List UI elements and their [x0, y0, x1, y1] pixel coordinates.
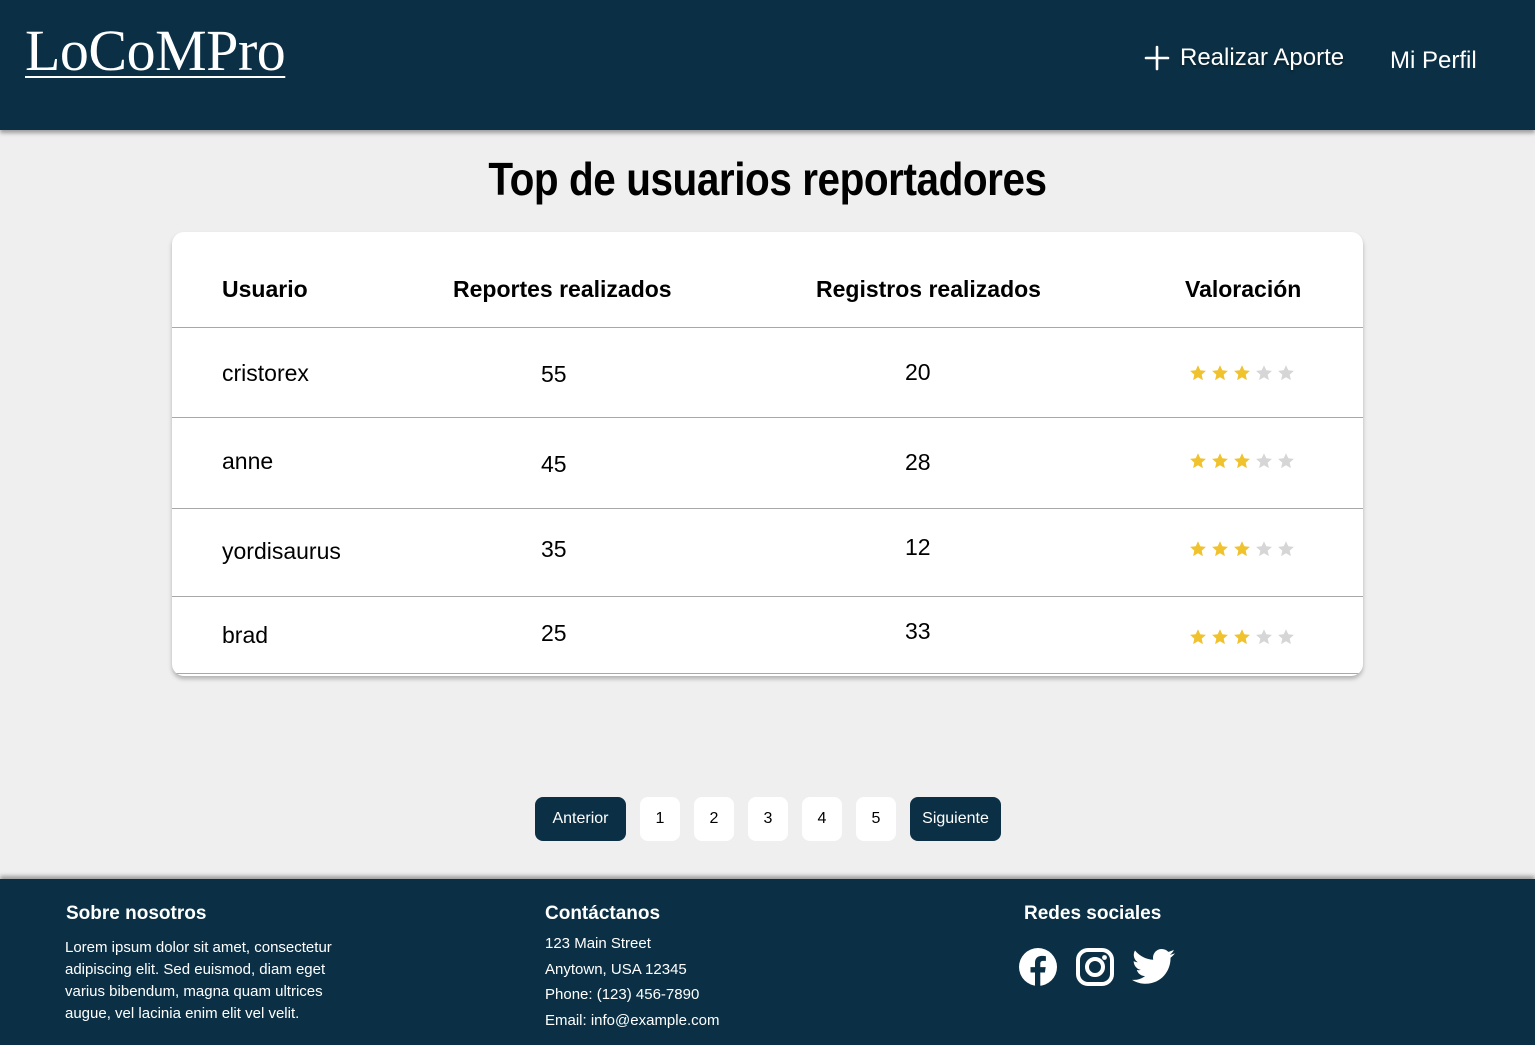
star-empty-icon	[1256, 541, 1272, 557]
column-header-records: Registros realizados	[816, 276, 1041, 302]
twitter-icon[interactable]	[1132, 947, 1176, 987]
contact-phone: Phone: (123) 456-7890	[545, 986, 700, 1004]
star-empty-icon	[1278, 453, 1294, 469]
page-button-1[interactable]: 1	[640, 797, 680, 841]
star-filled-icon	[1190, 453, 1206, 469]
cell-reports: 35	[541, 536, 567, 562]
page-button-5[interactable]: 5	[856, 797, 896, 841]
previous-page-button[interactable]: Anterior	[535, 797, 626, 841]
cell-records: 28	[905, 449, 931, 475]
plus-icon	[1144, 45, 1170, 71]
next-page-button[interactable]: Siguiente	[910, 797, 1001, 841]
top-navbar: LoCoMPro Realizar Aporte Mi Perfil	[0, 0, 1535, 130]
cell-user: cristorex	[222, 360, 309, 386]
star-filled-icon	[1212, 453, 1228, 469]
profile-link[interactable]: Mi Perfil	[1390, 47, 1477, 75]
star-filled-icon	[1234, 541, 1250, 557]
star-filled-icon	[1212, 629, 1228, 645]
contact-email: Email: info@example.com	[545, 1012, 720, 1030]
row-divider	[172, 596, 1363, 597]
star-empty-icon	[1278, 365, 1294, 381]
logo-link[interactable]: LoCoMPro	[25, 22, 286, 80]
footer-social-title: Redes sociales	[1024, 903, 1162, 924]
column-header-rating: Valoración	[1185, 276, 1302, 302]
star-empty-icon	[1256, 629, 1272, 645]
cell-user: anne	[222, 448, 274, 474]
star-empty-icon	[1278, 541, 1294, 557]
star-filled-icon	[1234, 365, 1250, 381]
cell-user: yordisaurus	[222, 538, 341, 564]
star-empty-icon	[1278, 629, 1294, 645]
contact-city-line: Anytown, USA 12345	[545, 960, 687, 978]
row-divider	[172, 508, 1363, 509]
cell-user: brad	[222, 622, 269, 648]
social-links	[1018, 947, 1176, 987]
add-contribution-label: Realizar Aporte	[1180, 44, 1345, 71]
footer: Sobre nosotros Lorem ipsum dolor sit ame…	[0, 879, 1535, 1045]
star-empty-icon	[1256, 453, 1272, 469]
star-filled-icon	[1212, 365, 1228, 381]
facebook-icon[interactable]	[1018, 947, 1058, 987]
column-header-user: Usuario	[222, 276, 308, 302]
footer-about-line: varius bibendum, magna quam ultrices	[65, 983, 323, 1000]
rating-stars	[1189, 452, 1295, 470]
instagram-icon[interactable]	[1075, 947, 1115, 987]
star-filled-icon	[1190, 541, 1206, 557]
cell-records: 12	[905, 534, 931, 560]
page-button-3[interactable]: 3	[748, 797, 788, 841]
header-divider	[172, 327, 1363, 328]
row-divider	[172, 673, 1363, 674]
cell-records: 33	[905, 618, 931, 644]
rating-stars	[1189, 628, 1295, 646]
rating-stars	[1189, 540, 1295, 558]
add-contribution-link[interactable]: Realizar Aporte	[1144, 44, 1344, 72]
footer-about-text: Lorem ipsum dolor sit amet, consectetur …	[65, 937, 332, 1025]
contact-address-line: 123 Main Street	[545, 935, 651, 952]
star-filled-icon	[1234, 453, 1250, 469]
cell-records: 20	[905, 359, 931, 385]
footer-about-title: Sobre nosotros	[66, 903, 207, 924]
row-divider	[172, 417, 1363, 418]
page-button-4[interactable]: 4	[802, 797, 842, 841]
footer-about-line: adipiscing elit. Sed euismod, diam eget	[65, 961, 326, 978]
rating-stars	[1189, 364, 1295, 382]
footer-about-line: augue, vel lacinia enim elit vel velit.	[65, 1005, 300, 1022]
star-filled-icon	[1212, 541, 1228, 557]
pagination: Anterior 1 2 3 4 5 Siguiente	[0, 797, 1535, 841]
users-table: Usuario Reportes realizados Registros re…	[172, 232, 1363, 676]
footer-about-line: Lorem ipsum dolor sit amet, consectetur	[65, 939, 332, 956]
column-header-reports: Reportes realizados	[453, 276, 672, 302]
cell-reports: 25	[541, 620, 567, 646]
star-filled-icon	[1190, 365, 1206, 381]
cell-reports: 45	[541, 451, 567, 477]
page-button-2[interactable]: 2	[694, 797, 734, 841]
cell-reports: 55	[541, 361, 567, 387]
page-title: Top de usuarios reportadores	[488, 153, 1047, 205]
star-filled-icon	[1190, 629, 1206, 645]
footer-contact-title: Contáctanos	[545, 903, 661, 924]
star-filled-icon	[1234, 629, 1250, 645]
footer-contact-info: 123 Main Street Anytown, USA 12345 Phone…	[545, 931, 719, 1034]
star-empty-icon	[1256, 365, 1272, 381]
